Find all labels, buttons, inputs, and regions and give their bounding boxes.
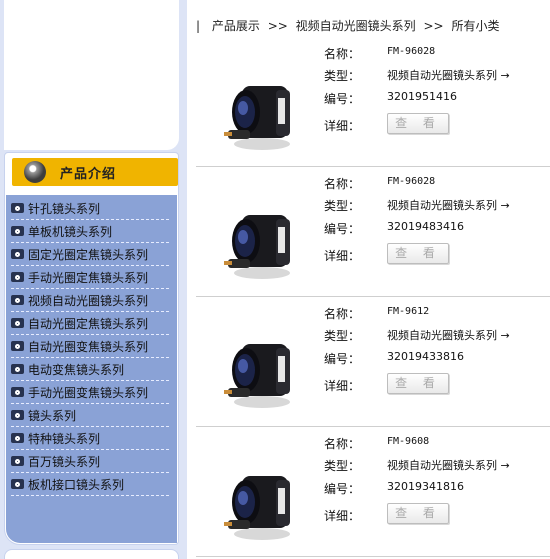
sidebar-item-label: 手动光圈定焦镜头系列: [28, 270, 149, 285]
product-code: 32019341816: [387, 480, 464, 493]
breadcrumb-item-current: 所有小类: [451, 19, 500, 33]
product-name: FM-96028: [387, 46, 436, 57]
product-name: FM-96028: [387, 176, 436, 187]
sidebar-item-board-camera-lens[interactable]: 单板机镜头系列: [11, 220, 169, 243]
sidebar-item-label: 自动光圈变焦镜头系列: [28, 339, 149, 354]
product-code: 32019433816: [387, 350, 464, 363]
name-label: 名称：: [324, 47, 361, 61]
product-code: 3201951416: [387, 90, 457, 103]
sidebar-item-auto-iris-varifocal[interactable]: 自动光圈变焦镜头系列: [11, 335, 169, 358]
name-label: 名称：: [324, 307, 361, 321]
camera-lens-icon: [11, 456, 24, 466]
lens-image[interactable]: [218, 201, 302, 285]
sidebar-item-label: 单板机镜头系列: [28, 224, 113, 239]
sidebar-bottom-panel: [4, 549, 179, 559]
product-category-panel: 产品介绍 针孔镜头系列 单板机镜头系列 固定光圈定焦镜头系列 手动光圈定焦镜头系…: [4, 152, 179, 545]
sidebar-item-manual-iris-varifocal[interactable]: 手动光圈变焦镜头系列: [11, 381, 169, 404]
product-name: FM-9612: [387, 306, 430, 317]
code-label: 编号：: [324, 92, 361, 106]
product-card: 名称： FM-9608 类型： 视频自动光圈镜头系列 → 编号： 3201934…: [196, 427, 550, 557]
category-list: 针孔镜头系列 单板机镜头系列 固定光圈定焦镜头系列 手动光圈定焦镜头系列 视频自…: [11, 197, 169, 496]
type-label: 类型：: [324, 199, 361, 213]
breadcrumb-item-products[interactable]: 产品展示: [212, 19, 260, 33]
camera-lens-icon: [11, 387, 24, 397]
lens-image[interactable]: [218, 330, 302, 414]
camera-lens-icon: [11, 318, 24, 328]
camera-lens-icon: [11, 433, 24, 443]
sidebar-item-megapixel-lens[interactable]: 百万镜头系列: [11, 450, 169, 473]
view-details-button[interactable]: 查 看: [387, 113, 449, 134]
sidebar-item-label: 手动光圈变焦镜头系列: [28, 385, 149, 400]
sidebar: 产品介绍 针孔镜头系列 单板机镜头系列 固定光圈定焦镜头系列 手动光圈定焦镜头系…: [0, 0, 187, 559]
breadcrumb-item-series[interactable]: 视频自动光圈镜头系列: [296, 19, 416, 33]
lens-image[interactable]: [218, 462, 302, 546]
product-card: 名称： FM-9612 类型： 视频自动光圈镜头系列 → 编号： 3201943…: [196, 297, 550, 427]
type-label: 类型：: [324, 459, 361, 473]
sidebar-top-panel: [4, 0, 179, 150]
sidebar-item-label: 电动变焦镜头系列: [28, 362, 125, 377]
product-card: 名称： FM-96028 类型： 视频自动光圈镜头系列 → 编号： 320195…: [196, 37, 550, 167]
code-label: 编号：: [324, 222, 361, 236]
camera-lens-icon: [11, 479, 24, 489]
sidebar-item-special-lens[interactable]: 特种镜头系列: [11, 427, 169, 450]
code-label: 编号：: [324, 482, 361, 496]
detail-label: 详细：: [324, 379, 361, 393]
detail-label: 详细：: [324, 249, 361, 263]
view-details-button[interactable]: 查 看: [387, 243, 449, 264]
name-label: 名称：: [324, 177, 361, 191]
sidebar-item-fixed-iris-fixed-focal[interactable]: 固定光圈定焦镜头系列: [11, 243, 169, 266]
breadcrumb: | 产品展示 >> 视频自动光圈镜头系列 >> 所有小类: [196, 17, 499, 34]
camera-lens-icon: [11, 295, 24, 305]
sidebar-item-label: 镜头系列: [28, 408, 77, 423]
category-menu: 针孔镜头系列 单板机镜头系列 固定光圈定焦镜头系列 手动光圈定焦镜头系列 视频自…: [6, 195, 177, 543]
breadcrumb-lead: |: [196, 19, 201, 33]
type-label: 类型：: [324, 69, 361, 83]
camera-lens-icon: [11, 341, 24, 351]
camera-lens-icon: [11, 226, 24, 236]
breadcrumb-separator: >>: [423, 19, 444, 33]
disc-icon: [24, 161, 46, 183]
sidebar-item-label: 固定光圈定焦镜头系列: [28, 247, 149, 262]
sidebar-item-auto-iris-fixed-focal[interactable]: 自动光圈定焦镜头系列: [11, 312, 169, 335]
product-type-link[interactable]: 视频自动光圈镜头系列 →: [387, 457, 510, 473]
product-card: 名称： FM-96028 类型： 视频自动光圈镜头系列 → 编号： 320194…: [196, 167, 550, 297]
sidebar-item-pinhole-lens[interactable]: 针孔镜头系列: [11, 197, 169, 220]
type-label: 类型：: [324, 329, 361, 343]
camera-lens-icon: [11, 272, 24, 282]
sidebar-item-motorized-zoom[interactable]: 电动变焦镜头系列: [11, 358, 169, 381]
sidebar-item-label: 针孔镜头系列: [28, 201, 101, 216]
detail-label: 详细：: [324, 509, 361, 523]
camera-lens-icon: [11, 410, 24, 420]
sidebar-item-label: 视频自动光圈镜头系列: [28, 293, 149, 308]
breadcrumb-separator: >>: [267, 19, 288, 33]
detail-label: 详细：: [324, 119, 361, 133]
product-type-link[interactable]: 视频自动光圈镜头系列 →: [387, 197, 510, 213]
product-type-link[interactable]: 视频自动光圈镜头系列 →: [387, 67, 510, 83]
product-listing: | 产品展示 >> 视频自动光圈镜头系列 >> 所有小类 名称： FM-9602…: [196, 0, 550, 559]
category-title: 产品介绍: [60, 166, 117, 182]
camera-lens-icon: [11, 249, 24, 259]
view-details-button[interactable]: 查 看: [387, 503, 449, 524]
camera-lens-icon: [11, 364, 24, 374]
sidebar-item-label: 特种镜头系列: [28, 431, 101, 446]
sidebar-item-video-auto-iris[interactable]: 视频自动光圈镜头系列: [11, 289, 169, 312]
sidebar-item-label: 百万镜头系列: [28, 454, 101, 469]
view-details-button[interactable]: 查 看: [387, 373, 449, 394]
category-header: 产品介绍: [12, 158, 178, 186]
sidebar-item-label: 板机接口镜头系列: [28, 477, 125, 492]
product-name: FM-9608: [387, 436, 430, 447]
sidebar-item-manual-iris-fixed-focal[interactable]: 手动光圈定焦镜头系列: [11, 266, 169, 289]
sidebar-item-label: 自动光圈定焦镜头系列: [28, 316, 149, 331]
name-label: 名称：: [324, 437, 361, 451]
lens-image[interactable]: [218, 72, 302, 156]
sidebar-item-lens-series[interactable]: 镜头系列: [11, 404, 169, 427]
product-type-link[interactable]: 视频自动光圈镜头系列 →: [387, 327, 510, 343]
camera-lens-icon: [11, 203, 24, 213]
product-code: 32019483416: [387, 220, 464, 233]
code-label: 编号：: [324, 352, 361, 366]
sidebar-item-board-mount-lens[interactable]: 板机接口镜头系列: [11, 473, 169, 496]
